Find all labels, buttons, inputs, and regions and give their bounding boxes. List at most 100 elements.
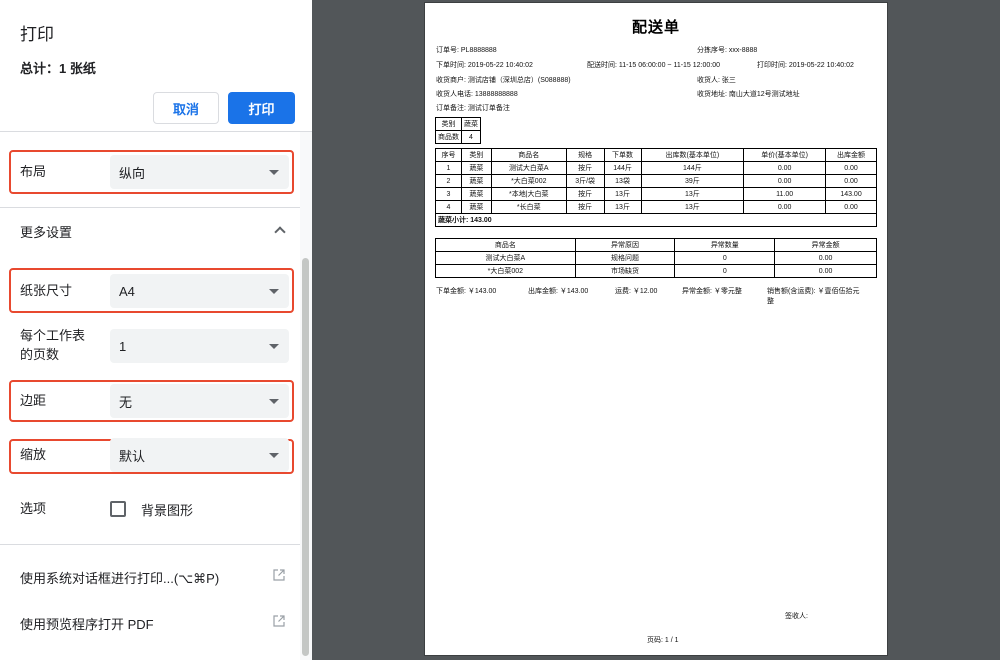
table-cell: 蔬菜: [460, 187, 492, 201]
open-external-icon[interactable]: [273, 615, 285, 627]
table-cell: 蔬菜: [460, 161, 492, 175]
print-time: 打印时间: 2019-05-22 10:40:02: [757, 62, 854, 69]
layout-select[interactable]: 纵向: [110, 155, 289, 189]
section-divider: [0, 544, 300, 545]
scrollbar-thumb[interactable]: [302, 258, 309, 656]
table-cell: 0.00: [825, 161, 877, 175]
header-cell: 商品名: [490, 148, 567, 162]
table-cell: 143.00: [825, 187, 877, 201]
header-cell: 异常金额: [774, 238, 877, 252]
signer-label: 签收人:: [785, 613, 808, 620]
pages-per-sheet-select[interactable]: 1: [110, 329, 289, 363]
table-cell: 0.00: [743, 174, 827, 188]
out-amount: 出库金额: ￥143.00: [528, 288, 589, 295]
table-cell: 0.00: [743, 200, 827, 214]
layout-label: 布局: [20, 164, 47, 179]
table-cell: 4: [461, 130, 481, 144]
scale-select[interactable]: 默认: [110, 438, 289, 472]
category-summary-table: 类别 蔬菜 商品数 4: [435, 117, 481, 144]
margins-caret-icon: [269, 399, 279, 404]
scale-label: 缩放: [20, 447, 47, 462]
layout-caret-icon: [269, 170, 279, 175]
sales-amount-cont: 整: [767, 298, 774, 305]
header-cell: 异常数量: [674, 238, 776, 252]
table-header-row: 商品名 异常原因 异常数量 异常金额: [435, 238, 877, 252]
table-cell: 类别: [435, 117, 462, 131]
table-cell: 0.00: [774, 264, 877, 278]
table-row: 测试大白菜A 规格问题 0 0.00: [435, 251, 877, 265]
table-cell: 144斤: [603, 161, 642, 175]
sort-number: 分拣序号: xxx-8888: [697, 47, 758, 54]
system-dialog-link[interactable]: 使用系统对话框进行打印...(⌥⌘P): [20, 568, 219, 587]
table-cell: *本地|大白菜: [490, 187, 567, 201]
table-cell: 蔬菜: [461, 117, 481, 131]
print-settings-panel: 打印 总计：1 张纸 取消 打印 布局 纵向 更多设置 纸张尺寸 A4 每个工作…: [0, 0, 312, 660]
table-cell: 0.00: [743, 161, 827, 175]
table-cell: 3斤/袋: [565, 174, 605, 188]
header-cell: 下单数: [603, 148, 642, 162]
header-cell: 商品名: [435, 238, 576, 252]
table-cell: 按斤: [565, 161, 605, 175]
table-cell: 规格问题: [574, 251, 676, 265]
table-cell: 0: [674, 251, 776, 265]
table-cell: 0.00: [825, 174, 877, 188]
table-cell: 蔬菜: [460, 174, 492, 188]
header-cell: 异常原因: [574, 238, 676, 252]
margins-label: 边距: [20, 393, 47, 408]
paper-size-label: 纸张尺寸: [20, 283, 73, 298]
table-cell: 3: [435, 187, 462, 201]
margins-select[interactable]: 无: [110, 384, 289, 418]
subtotal-row: 蔬菜小计: 143.00: [435, 213, 877, 227]
table-cell: 市场缺货: [574, 264, 676, 278]
table-cell: 13斤: [640, 187, 745, 201]
table-cell: 13袋: [603, 174, 642, 188]
document-title: 配送单: [631, 19, 680, 36]
table-cell: 13斤: [640, 200, 745, 214]
table-row: 1 蔬菜 测试大白菜A 按斤 144斤 144斤 0.00 0.00: [435, 161, 877, 175]
table-cell: 13斤: [603, 200, 642, 214]
section-divider: [0, 207, 300, 208]
header-cell: 类别: [460, 148, 492, 162]
pages-per-sheet-label-line1: 每个工作表: [20, 328, 86, 343]
table-cell: 0.00: [825, 200, 877, 214]
merchant: 收货商户: 测试店铺（深圳总店）(S088888): [436, 77, 571, 84]
freight: 运费: ￥12.00: [615, 288, 658, 295]
paper-size-value: A4: [119, 283, 135, 299]
table-cell: 13斤: [603, 187, 642, 201]
table-cell: 0: [674, 264, 776, 278]
table-cell: *大白菜002: [490, 174, 567, 188]
cancel-button[interactable]: 取消: [153, 92, 219, 124]
print-button[interactable]: 打印: [228, 92, 295, 124]
table-row: *大白菜002 市场缺货 0 0.00: [435, 264, 877, 278]
table-cell: *大白菜002: [435, 264, 576, 278]
exceptions-table: 商品名 异常原因 异常数量 异常金额 测试大白菜A 规格问题 0 0.00 *大…: [435, 238, 877, 278]
more-settings-label[interactable]: 更多设置: [20, 223, 72, 242]
paper-size-caret-icon: [269, 289, 279, 294]
table-cell: 商品数: [435, 130, 462, 144]
pages-per-sheet-label-line2: 的页数: [20, 347, 60, 362]
dialog-title: 打印: [20, 25, 54, 44]
pages-per-sheet-caret-icon: [269, 344, 279, 349]
table-cell: 0.00: [774, 251, 877, 265]
delivery-time: 配送时间: 11-15 06:00:00 ~ 11-15 12:00:00: [587, 62, 721, 69]
chevron-up-icon[interactable]: [274, 226, 286, 238]
background-graphics-label[interactable]: 背景图形: [141, 500, 193, 519]
table-row: 类别 蔬菜: [435, 117, 481, 131]
background-graphics-checkbox[interactable]: [110, 501, 126, 517]
table-cell: 测试大白菜A: [435, 251, 576, 265]
table-cell: 蔬菜: [460, 200, 492, 214]
open-pdf-link[interactable]: 使用预览程序打开 PDF: [20, 614, 154, 633]
table-header-row: 序号 类别 商品名 规格 下单数 出库数(基本单位) 单价(基本单位) 出库金额: [435, 148, 877, 162]
header-cell: 序号: [435, 148, 462, 162]
receiver: 收货人: 张三: [697, 77, 736, 84]
order-time: 下单时间: 2019-05-22 10:40:02: [436, 62, 533, 69]
order-number: 订单号: PL8888888: [436, 47, 497, 54]
print-preview-area[interactable]: 配送单 订单号: PL8888888 分拣序号: xxx-8888 下单时间: …: [312, 0, 1000, 660]
paper-size-select[interactable]: A4: [110, 274, 289, 308]
open-external-icon[interactable]: [273, 569, 285, 581]
table-cell: 4: [435, 200, 462, 214]
header-cell: 规格: [565, 148, 605, 162]
table-row: 商品数 4: [435, 130, 481, 144]
table-cell: 144斤: [640, 161, 745, 175]
margins-value: 无: [119, 394, 133, 410]
